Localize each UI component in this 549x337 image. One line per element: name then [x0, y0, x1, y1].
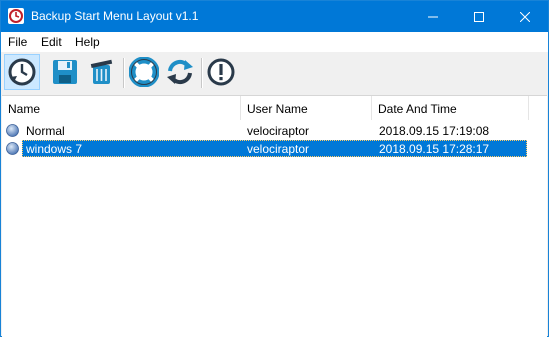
app-window: Backup Start Menu Layout v1.1 File Edit …: [0, 0, 549, 337]
maximize-icon: [474, 11, 484, 22]
app-clock-icon: [8, 8, 24, 24]
save-icon: [53, 60, 77, 84]
menu-edit[interactable]: Edit: [41, 35, 62, 49]
column-header-label: Date And Time: [378, 102, 457, 116]
cell-user: velociraptor: [247, 142, 310, 156]
lifebuoy-icon: [129, 57, 159, 87]
maximize-button[interactable]: [456, 1, 502, 32]
menu-help[interactable]: Help: [75, 35, 100, 49]
cell-name: windows 7: [26, 142, 83, 156]
cell-datetime: 2018.09.15 17:28:17: [379, 142, 490, 156]
column-header-label: User Name: [247, 102, 308, 116]
minimize-icon: [428, 16, 438, 17]
delete-button[interactable]: [83, 54, 119, 90]
cell-datetime: 2018.09.15 17:19:08: [379, 124, 490, 138]
cell-name: Normal: [26, 124, 65, 138]
refresh-button[interactable]: [162, 54, 198, 90]
list-header: Name User Name Date And Time: [2, 96, 547, 120]
minimize-button[interactable]: [410, 1, 456, 32]
layout-dot-icon: [6, 142, 19, 155]
menu-bar: File Edit Help: [1, 32, 548, 52]
restore-button[interactable]: [126, 54, 162, 90]
table-row-selected[interactable]: windows 7 velociraptor 2018.09.15 17:28:…: [2, 140, 547, 158]
info-icon: [207, 58, 235, 86]
save-button[interactable]: [47, 54, 83, 90]
close-button[interactable]: [502, 1, 548, 32]
column-header-datetime[interactable]: Date And Time: [372, 96, 529, 120]
layout-dot-icon: [6, 124, 19, 137]
refresh-icon: [167, 59, 193, 85]
column-header-user[interactable]: User Name: [241, 96, 372, 120]
toolbar: [1, 52, 548, 92]
title-bar[interactable]: Backup Start Menu Layout v1.1: [1, 1, 548, 32]
recycle-bin-icon: [90, 59, 113, 84]
clock-icon: [8, 58, 36, 86]
about-button[interactable]: [203, 54, 239, 90]
column-header-name[interactable]: Name: [2, 96, 241, 120]
backup-button[interactable]: [4, 54, 40, 90]
menu-file[interactable]: File: [8, 35, 27, 49]
table-row[interactable]: Normal velociraptor 2018.09.15 17:19:08: [2, 122, 547, 140]
window-title: Backup Start Menu Layout v1.1: [31, 9, 199, 23]
toolbar-separator: [123, 58, 125, 88]
column-header-label: Name: [8, 102, 41, 116]
backup-list[interactable]: Name User Name Date And Time Normal velo…: [2, 95, 547, 337]
cell-user: velociraptor: [247, 124, 310, 138]
close-icon: [520, 11, 530, 22]
